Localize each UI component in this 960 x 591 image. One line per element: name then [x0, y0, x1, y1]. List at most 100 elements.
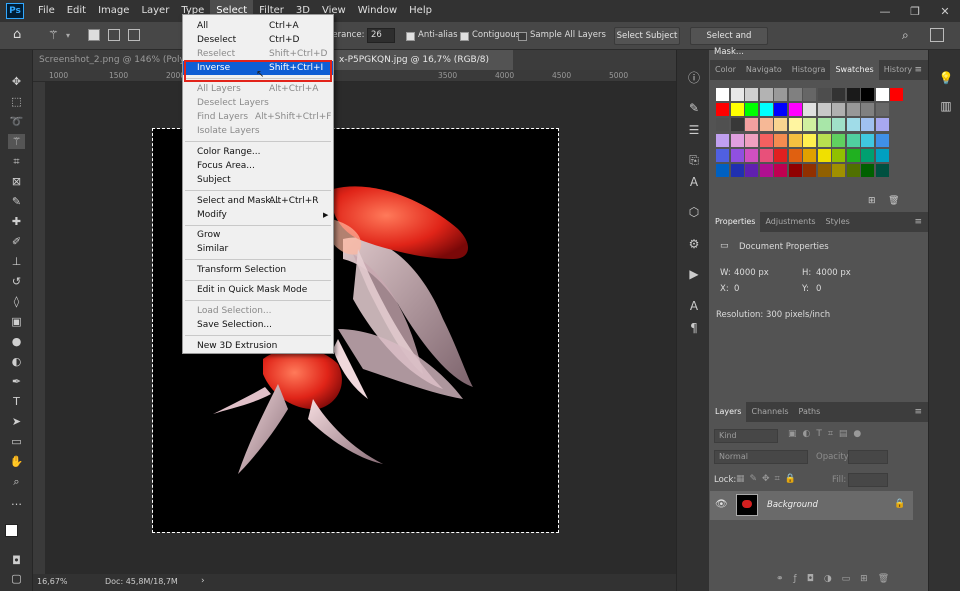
- color-swatch[interactable]: [817, 148, 831, 162]
- color-swatch[interactable]: [716, 88, 729, 101]
- menu-layer[interactable]: Layer: [135, 0, 175, 22]
- subtract-selection-icon[interactable]: [128, 29, 140, 41]
- tab-adjustments[interactable]: Adjustments: [760, 212, 820, 232]
- menu-item-find-layers[interactable]: Find Layers Alt+Shift+Ctrl+F: [183, 110, 333, 124]
- opacity-input[interactable]: [848, 450, 888, 464]
- quick-mask-icon[interactable]: ◘: [8, 553, 25, 568]
- brush-tool-icon[interactable]: ✐: [8, 234, 25, 249]
- zoom-tool-icon[interactable]: ⌕: [8, 474, 25, 489]
- tab-histogram[interactable]: Histogra: [787, 60, 831, 80]
- type-tool-icon[interactable]: T: [8, 394, 25, 409]
- panel-menu-icon[interactable]: ≡: [914, 217, 922, 227]
- color-swatch[interactable]: [730, 133, 744, 147]
- x-value[interactable]: 0: [734, 284, 739, 294]
- color-swatch[interactable]: [803, 118, 816, 132]
- crop-tool-icon[interactable]: ⌗: [8, 154, 25, 169]
- color-swatch[interactable]: [759, 148, 773, 162]
- color-swatch[interactable]: [730, 88, 744, 101]
- color-swatch[interactable]: [846, 133, 860, 147]
- menu-item-color-range[interactable]: Color Range...: [183, 145, 333, 159]
- color-swatch[interactable]: [832, 118, 845, 132]
- color-swatch[interactable]: [745, 164, 758, 177]
- menu-item-subject[interactable]: Subject: [183, 173, 333, 187]
- color-swatch[interactable]: [846, 118, 860, 132]
- foreground-color-swatch[interactable]: [5, 524, 18, 537]
- brush-settings-icon[interactable]: ✎: [686, 100, 702, 116]
- filter-icons[interactable]: ▣◐T⌗▤●: [788, 429, 867, 439]
- menu-item-all-layers[interactable]: All Layers Alt+Ctrl+A: [183, 82, 333, 96]
- color-swatch[interactable]: [861, 88, 874, 101]
- adjustments-icon[interactable]: ☰: [686, 122, 702, 138]
- color-swatch[interactable]: [890, 88, 903, 101]
- color-swatch[interactable]: [788, 88, 802, 101]
- color-swatch[interactable]: [803, 133, 816, 147]
- maximize-button[interactable]: ❐: [900, 5, 930, 18]
- color-swatch[interactable]: [817, 164, 831, 177]
- color-swatch[interactable]: [875, 88, 889, 101]
- tab-screenshot[interactable]: Screenshot_2.png @ 146% (Polygo: [33, 50, 183, 70]
- select-subject-button[interactable]: Select Subject: [614, 27, 680, 45]
- zoom-level[interactable]: 16,67%: [37, 577, 68, 586]
- character-style-icon[interactable]: A: [686, 174, 702, 190]
- magic-wand-tool-icon[interactable]: ⚚: [8, 134, 25, 149]
- eraser-tool-icon[interactable]: ◊: [8, 294, 25, 309]
- blur-tool-icon[interactable]: ●: [8, 334, 25, 349]
- clone-source-icon[interactable]: ⎘: [686, 152, 702, 168]
- color-swatch[interactable]: [832, 88, 845, 101]
- color-swatch[interactable]: [875, 164, 889, 177]
- libraries-icon[interactable]: ▥: [938, 98, 954, 114]
- layer-kind-filter[interactable]: Kind: [714, 429, 778, 443]
- color-swatch[interactable]: [716, 164, 729, 177]
- menu-item-modify[interactable]: Modify ▶: [183, 208, 333, 222]
- color-swatch[interactable]: [759, 164, 773, 177]
- tolerance-input[interactable]: 26: [367, 28, 395, 43]
- color-swatch[interactable]: [803, 103, 816, 117]
- menu-item-deselect-layers[interactable]: Deselect Layers: [183, 96, 333, 110]
- color-swatch[interactable]: [730, 103, 744, 117]
- healing-tool-icon[interactable]: ✚: [8, 214, 25, 229]
- color-swatch[interactable]: [745, 118, 758, 132]
- menu-item-save-selection[interactable]: Save Selection...: [183, 318, 333, 332]
- tab-paths[interactable]: Paths: [794, 402, 826, 422]
- tab-channels[interactable]: Channels: [746, 402, 793, 422]
- color-swatch[interactable]: [861, 148, 874, 162]
- home-icon[interactable]: ⌂: [13, 27, 21, 42]
- color-swatch[interactable]: [730, 164, 744, 177]
- tab-color[interactable]: Color: [710, 60, 741, 80]
- 3d-cube-icon[interactable]: ⬡: [686, 204, 702, 220]
- menu-item-deselect[interactable]: Deselect Ctrl+D: [183, 33, 333, 47]
- color-swatch[interactable]: [846, 164, 860, 177]
- menu-image[interactable]: Image: [92, 0, 135, 22]
- color-swatch[interactable]: [803, 148, 816, 162]
- color-swatch[interactable]: [716, 118, 729, 132]
- color-swatch[interactable]: [745, 148, 758, 162]
- marquee-tool-icon[interactable]: ⬚: [8, 94, 25, 109]
- status-menu-arrow[interactable]: ›: [201, 576, 205, 586]
- menu-file[interactable]: File: [32, 0, 61, 22]
- select-and-mask-button[interactable]: Select and Mask...: [690, 27, 768, 57]
- clone-stamp-icon[interactable]: ⊥: [8, 254, 25, 269]
- color-swatch[interactable]: [817, 103, 831, 117]
- menu-item-load-selection[interactable]: Load Selection...: [183, 304, 333, 318]
- color-swatch[interactable]: [832, 103, 845, 117]
- shape-tool-icon[interactable]: ▭: [8, 434, 25, 449]
- menu-item-all[interactable]: All Ctrl+A: [183, 19, 333, 33]
- search-icon[interactable]: ⌕: [902, 28, 909, 43]
- character-icon[interactable]: A: [686, 298, 702, 314]
- panel-menu-icon[interactable]: ≡: [914, 65, 922, 75]
- color-swatch[interactable]: [759, 103, 773, 117]
- menu-item-reselect[interactable]: Reselect Shift+Ctrl+D: [183, 47, 333, 61]
- tab-layers[interactable]: Layers: [710, 402, 747, 422]
- tab-swatches[interactable]: Swatches: [830, 60, 879, 80]
- workspace-icon[interactable]: [930, 28, 944, 42]
- layer-name[interactable]: Background: [767, 500, 818, 510]
- menu-item-transform-selection[interactable]: Transform Selection: [183, 263, 333, 277]
- menu-item-select-and-mask[interactable]: Select and Mask... Alt+Ctrl+R: [183, 194, 333, 208]
- visibility-eye-icon[interactable]: 👁: [715, 499, 728, 510]
- color-swatch[interactable]: [759, 118, 773, 132]
- color-swatch[interactable]: [730, 118, 744, 132]
- color-swatch[interactable]: [861, 118, 874, 132]
- color-swatch[interactable]: [846, 103, 860, 117]
- color-swatch[interactable]: [730, 148, 744, 162]
- blend-mode-select[interactable]: Normal: [714, 450, 808, 464]
